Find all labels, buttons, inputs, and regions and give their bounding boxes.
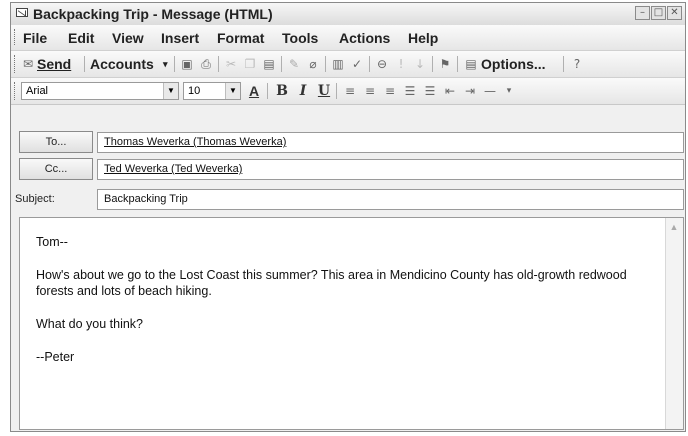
cc-recipient[interactable]: Ted Weverka (Ted Weverka) [104, 163, 242, 175]
toolbar-divider [336, 83, 337, 99]
options-button[interactable]: Options... [481, 55, 546, 73]
help-icon[interactable]: ? [569, 56, 585, 72]
send-icon: ✉ [22, 57, 34, 71]
menu-actions[interactable]: Actions [339, 30, 390, 46]
signature: --Peter [36, 350, 75, 364]
to-recipient[interactable]: Thomas Weverka (Thomas Weverka) [104, 136, 286, 148]
cut-icon[interactable]: ✂ [223, 56, 239, 72]
menu-insert[interactable]: Insert [161, 30, 199, 46]
toolbar-divider [84, 56, 85, 72]
body-paragraph: What do you think? [36, 317, 144, 331]
align-left-icon[interactable]: ≡ [342, 83, 358, 99]
menu-edit[interactable]: Edit [68, 30, 94, 46]
check-names-icon[interactable]: ✓ [349, 56, 365, 72]
underline-button[interactable]: U [315, 83, 333, 99]
scroll-up-icon[interactable]: ▲ [668, 222, 680, 232]
menu-tools[interactable]: Tools [282, 30, 318, 46]
subject-label: Subject: [15, 193, 55, 205]
menu-file[interactable]: File [23, 30, 47, 46]
numbered-list-icon[interactable]: ☰ [402, 83, 418, 99]
permission-icon[interactable]: ⊖ [374, 56, 390, 72]
toolbar-grip[interactable] [14, 55, 18, 73]
font-name-value: Arial [26, 85, 49, 97]
horizontal-line-icon[interactable]: — [482, 83, 498, 99]
toolbar-divider [325, 56, 326, 72]
follow-up-flag-icon[interactable]: ⚑ [437, 56, 453, 72]
menu-view[interactable]: View [112, 30, 144, 46]
greeting: Tom-- [36, 235, 68, 249]
italic-button[interactable]: I [294, 83, 312, 99]
to-field[interactable]: Thomas Weverka (Thomas Weverka) [97, 132, 684, 153]
align-right-icon[interactable]: ≡ [382, 83, 398, 99]
toolbar-grip[interactable] [14, 82, 18, 100]
chevron-down-icon[interactable]: ▼ [163, 83, 178, 99]
to-button[interactable]: To... [19, 131, 93, 153]
menu-bar: File Edit View Insert Format Tools Actio… [11, 25, 685, 51]
importance-low-icon[interactable]: ↓ [412, 56, 428, 72]
font-color-button[interactable]: A [245, 83, 263, 99]
menu-grip[interactable] [14, 29, 18, 45]
toolbar-divider [457, 56, 458, 72]
vertical-scrollbar[interactable]: ▲ [665, 218, 683, 429]
toolbar-divider [563, 56, 564, 72]
copy-icon[interactable]: ❐ [242, 56, 258, 72]
window-title: Backpacking Trip - Message (HTML) [33, 6, 273, 22]
align-center-icon[interactable]: ≡ [362, 83, 378, 99]
options-icon: ▤ [465, 57, 477, 71]
toolbar-divider [281, 56, 282, 72]
subject-field[interactable]: Backpacking Trip [97, 189, 684, 210]
font-size-value: 10 [188, 85, 201, 97]
print-icon[interactable]: ⎙ [198, 56, 214, 72]
message-window: Backpacking Trip - Message (HTML) – □ ✕ … [10, 2, 686, 432]
spell-check-icon[interactable]: ✎ [286, 56, 302, 72]
increase-indent-icon[interactable]: ⇥ [462, 83, 478, 99]
save-icon[interactable]: ▣ [179, 56, 195, 72]
message-body[interactable]: Tom-- How's about we go to the Lost Coas… [19, 217, 684, 430]
standard-toolbar: ✉ Send Accounts ▾ ▣ ⎙ ✂ ❐ ▤ ✎ ⌀ ▥ ✓ ⊖ ! … [11, 51, 685, 78]
cc-button[interactable]: Cc... [19, 158, 93, 180]
body-paragraph: How's about we go to the Lost Coast this… [36, 268, 627, 298]
menu-format[interactable]: Format [217, 30, 264, 46]
decrease-indent-icon[interactable]: ⇤ [442, 83, 458, 99]
cc-field[interactable]: Ted Weverka (Ted Weverka) [97, 159, 684, 180]
attach-icon[interactable]: ⌀ [305, 56, 321, 72]
close-button[interactable]: ✕ [667, 6, 682, 20]
bullet-list-icon[interactable]: ☰ [422, 83, 438, 99]
message-header: To... Thomas Weverka (Thomas Weverka) Cc… [11, 111, 685, 215]
menu-help[interactable]: Help [408, 30, 438, 46]
font-size-select[interactable]: 10 ▼ [183, 82, 241, 100]
bold-button[interactable]: B [273, 83, 291, 99]
send-button[interactable]: Send [37, 55, 71, 73]
formatting-toolbar: Arial ▼ 10 ▼ A B I U ≡ ≡ ≡ ☰ ☰ ⇤ ⇥ — ▾ [11, 78, 685, 105]
toolbar-divider [174, 56, 175, 72]
accounts-button[interactable]: Accounts [90, 55, 154, 73]
toolbar-divider [432, 56, 433, 72]
font-name-select[interactable]: Arial ▼ [21, 82, 179, 100]
maximize-button[interactable]: □ [651, 6, 666, 20]
paste-icon[interactable]: ▤ [261, 56, 277, 72]
title-bar: Backpacking Trip - Message (HTML) – □ ✕ [11, 3, 685, 26]
toolbar-divider [267, 83, 268, 99]
chevron-down-icon[interactable]: ▼ [225, 83, 240, 99]
window-controls: – □ ✕ [635, 6, 682, 20]
toolbar-divider [369, 56, 370, 72]
message-text[interactable]: Tom-- How's about we go to the Lost Coas… [36, 234, 659, 382]
toolbar-divider [218, 56, 219, 72]
accounts-dropdown-icon[interactable]: ▾ [163, 55, 168, 73]
importance-high-icon[interactable]: ! [393, 56, 409, 72]
address-book-icon[interactable]: ▥ [330, 56, 346, 72]
toolbar-options-icon[interactable]: ▾ [501, 83, 517, 99]
minimize-button[interactable]: – [635, 6, 650, 20]
envelope-icon [16, 8, 28, 17]
